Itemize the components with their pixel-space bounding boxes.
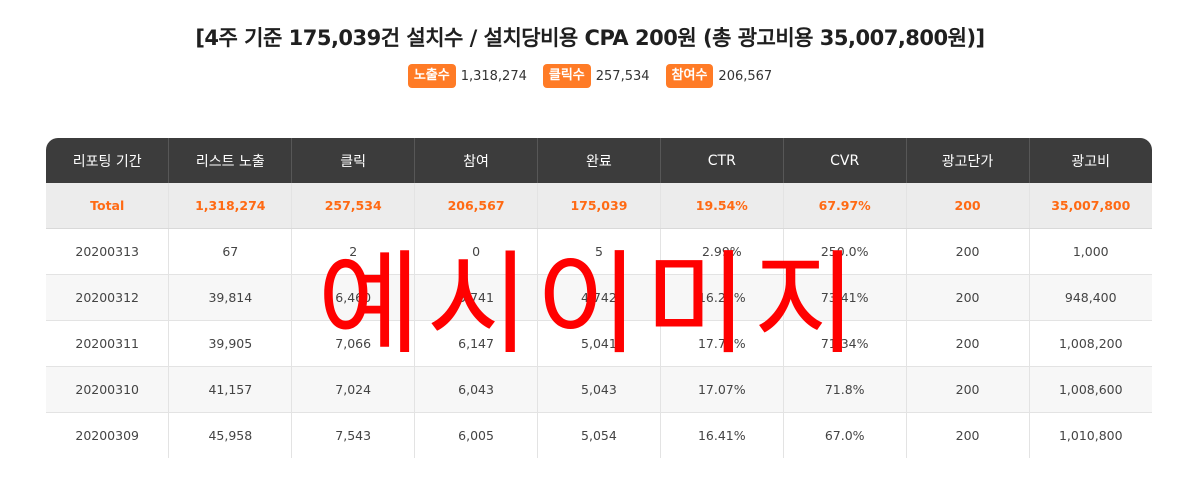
table-cell: 35,007,800 [1029,183,1152,229]
table-cell: 1,318,274 [168,183,293,229]
table-row: 20200310 41,157 7,024 6,043 5,043 17.07%… [46,366,1152,413]
table-cell: 73.41% [783,274,907,321]
table-cell: 1,008,600 [1029,366,1152,413]
table-cell: 7,066 [291,320,416,367]
table-cell: 4,742 [537,274,661,321]
table-cell: 67.0% [783,412,907,458]
table-cell: 200 [906,366,1030,413]
table-cell: Total [46,183,170,229]
table-cell: 6,005 [414,412,538,458]
table-cell: 71.34% [783,320,907,367]
table-cell: 1,008,200 [1029,320,1152,367]
page-headline: [4주 기준 175,039건 설치수 / 설치당비용 CPA 200원 (총 … [195,26,985,50]
header-list-impressions: 리스트 노출 [168,138,293,183]
table-cell: 5,043 [537,366,661,413]
table-cell: 16.41% [660,412,784,458]
table-cell: 20200312 [46,274,170,321]
table-cell: 20200309 [46,412,170,458]
table-cell: 6,460 [291,274,416,321]
report-table: 리포팅 기간 리스트 노출 클릭 참여 완료 CTR CVR 광고단가 광고비 … [46,138,1152,458]
table-cell: 39,814 [168,274,293,321]
table-cell: 7,024 [291,366,416,413]
table-cell: 6,147 [414,320,538,367]
stat-impressions-badge: 노출수 [407,64,456,88]
header-ad-cost: 광고비 [1029,138,1152,183]
table-cell: 250.0% [783,228,907,275]
table-cell: 948,400 [1029,274,1152,321]
table-cell: 45,958 [168,412,293,458]
table-cell: 20200311 [46,320,170,367]
table-cell: 17.71% [660,320,784,367]
table-cell: 5,041 [537,320,661,367]
header-participation: 참여 [414,138,538,183]
header-unit-price: 광고단가 [906,138,1030,183]
table-cell: 2.99% [660,228,784,275]
table-cell: 257,534 [291,183,416,229]
stat-clicks: 클릭수 257,534 [542,64,650,88]
table-row: 20200309 45,958 7,543 6,005 5,054 16.41%… [46,412,1152,458]
table-row: 20200313 67 2 0 5 2.99% 250.0% 200 1,000 [46,228,1152,275]
table-cell: 5 [537,228,661,275]
table-cell: 1,010,800 [1029,412,1152,458]
table-cell: 39,905 [168,320,293,367]
table-row: 20200312 39,814 6,460 5,741 4,742 16.23%… [46,274,1152,321]
table-cell: 2 [291,228,416,275]
table-cell: 1,000 [1029,228,1152,275]
table-cell: 200 [906,274,1030,321]
header-cvr: CVR [783,138,907,183]
table-row: 20200311 39,905 7,066 6,147 5,041 17.71%… [46,320,1152,367]
table-cell: 175,039 [537,183,661,229]
table-cell: 200 [906,228,1030,275]
table-cell: 5,054 [537,412,661,458]
table-cell: 16.23% [660,274,784,321]
table-cell: 200 [906,183,1030,229]
table-cell: 41,157 [168,366,293,413]
report-table-container: 리포팅 기간 리스트 노출 클릭 참여 완료 CTR CVR 광고단가 광고비 … [46,138,1152,460]
header-clicks: 클릭 [291,138,416,183]
stat-impressions: 노출수 1,318,274 [407,64,527,88]
stat-clicks-value: 257,534 [595,68,650,84]
stats-summary: 노출수 1,318,274 클릭수 257,534 참여수 206,567 [0,64,1180,88]
stat-participation-badge: 참여수 [665,64,714,88]
table-cell: 71.8% [783,366,907,413]
table-cell: 17.07% [660,366,784,413]
stat-impressions-value: 1,318,274 [460,68,527,84]
header-completed: 완료 [537,138,661,183]
table-cell: 5,741 [414,274,538,321]
table-cell: 67 [168,228,293,275]
table-cell: 200 [906,320,1030,367]
stat-participation: 참여수 206,567 [665,64,773,88]
stat-clicks-badge: 클릭수 [542,64,591,88]
header-period: 리포팅 기간 [46,138,170,183]
table-cell: 7,543 [291,412,416,458]
table-cell: 206,567 [414,183,538,229]
table-cell: 19.54% [660,183,784,229]
table-header-row: 리포팅 기간 리스트 노출 클릭 참여 완료 CTR CVR 광고단가 광고비 [46,138,1152,183]
table-cell: 20200310 [46,366,170,413]
table-cell: 6,043 [414,366,538,413]
total-row: Total 1,318,274 257,534 206,567 175,039 … [46,183,1152,229]
table-cell: 20200313 [46,228,170,275]
header-ctr: CTR [660,138,784,183]
table-cell: 0 [414,228,538,275]
table-cell: 200 [906,412,1030,458]
stat-participation-value: 206,567 [718,68,773,84]
table-cell: 67.97% [783,183,907,229]
